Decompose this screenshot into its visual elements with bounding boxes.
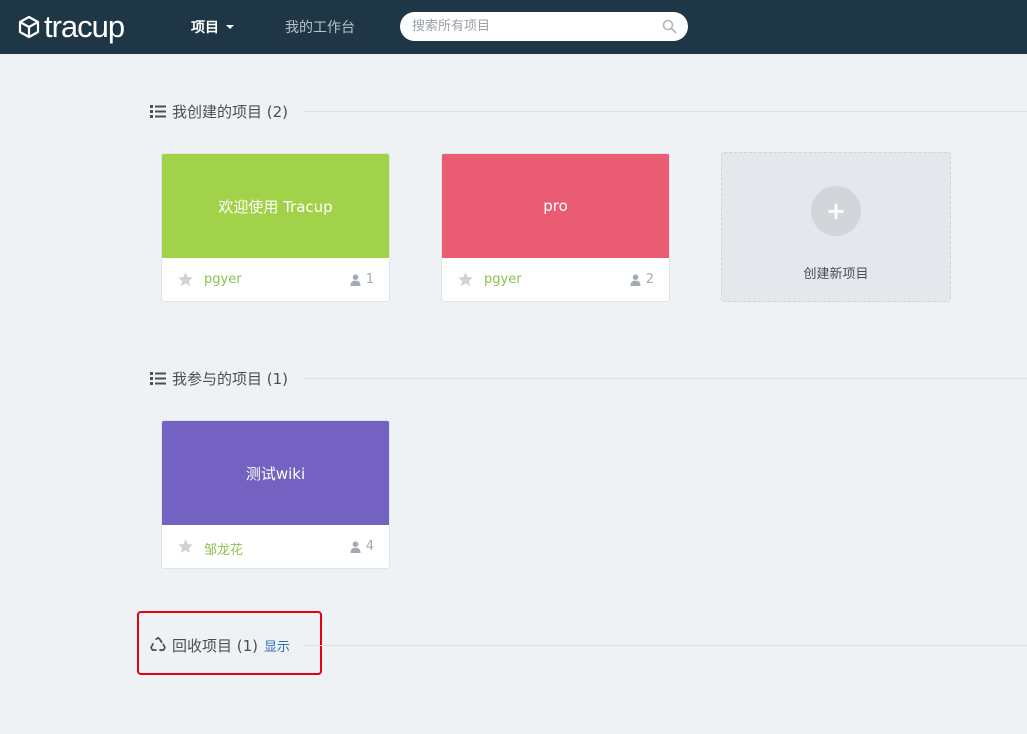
member-count-value: 4	[365, 539, 374, 554]
project-owner: pgyer	[484, 272, 522, 287]
create-project-label: 创建新项目	[803, 267, 869, 282]
user-icon	[350, 273, 361, 286]
caret-down-icon	[226, 25, 234, 29]
user-icon	[630, 273, 641, 286]
section-created-header: 我创建的项目 (2)	[150, 100, 288, 122]
star-icon[interactable]	[177, 271, 194, 288]
section-recycle-title: 回收项目 (1)	[172, 636, 259, 655]
project-card[interactable]: 欢迎使用 Tracup pgyer 1	[161, 153, 390, 302]
nav-workbench-link[interactable]: 我的工作台	[285, 17, 355, 37]
project-name: pro	[543, 197, 568, 215]
search-icon[interactable]	[662, 19, 677, 34]
member-count: 4	[350, 539, 374, 554]
section-divider	[303, 645, 1027, 646]
member-count-value: 1	[365, 272, 374, 287]
section-recycle-header: 回收项目 (1) 显示	[150, 634, 290, 656]
project-card-cover[interactable]: 测试wiki	[162, 421, 389, 525]
section-joined-header: 我参与的项目 (1)	[150, 367, 288, 389]
create-project-button[interactable]: + 创建新项目	[721, 152, 951, 302]
project-card-cover[interactable]: pro	[442, 154, 669, 258]
project-card-footer: 邹龙花 4	[162, 525, 389, 568]
search-input[interactable]	[412, 12, 652, 41]
tracup-logo[interactable]: tracup	[18, 9, 125, 45]
nav-projects-dropdown[interactable]: 项目	[191, 17, 234, 37]
search-box	[400, 12, 688, 41]
list-icon	[150, 371, 166, 385]
star-icon[interactable]	[457, 271, 474, 288]
logo-text: tracup	[44, 9, 125, 44]
top-navbar: tracup 项目 我的工作台	[0, 0, 1027, 54]
member-count: 1	[350, 272, 374, 287]
project-card[interactable]: 测试wiki 邹龙花 4	[161, 420, 390, 569]
project-card-footer: pgyer 1	[162, 258, 389, 301]
project-card[interactable]: pro pgyer 2	[441, 153, 670, 302]
section-divider	[302, 378, 1027, 379]
project-name: 欢迎使用 Tracup	[218, 197, 333, 216]
member-count: 2	[630, 272, 654, 287]
project-owner: 邹龙花	[204, 543, 244, 558]
project-card-footer: pgyer 2	[442, 258, 669, 301]
user-icon	[350, 540, 361, 553]
show-recycled-link[interactable]: 显示	[264, 636, 290, 655]
recycle-icon	[150, 637, 166, 652]
section-created-title: 我创建的项目 (2)	[172, 102, 289, 121]
nav-projects-label: 项目	[191, 20, 219, 36]
project-owner: pgyer	[204, 272, 242, 287]
section-joined-title: 我参与的项目 (1)	[172, 369, 289, 388]
section-divider	[303, 111, 1027, 112]
cube-logo-icon	[18, 15, 40, 39]
star-icon[interactable]	[177, 538, 194, 555]
member-count-value: 2	[645, 272, 654, 287]
plus-icon: +	[811, 186, 861, 236]
project-card-cover[interactable]: 欢迎使用 Tracup	[162, 154, 389, 258]
project-name: 测试wiki	[245, 464, 306, 483]
list-icon	[150, 104, 166, 118]
